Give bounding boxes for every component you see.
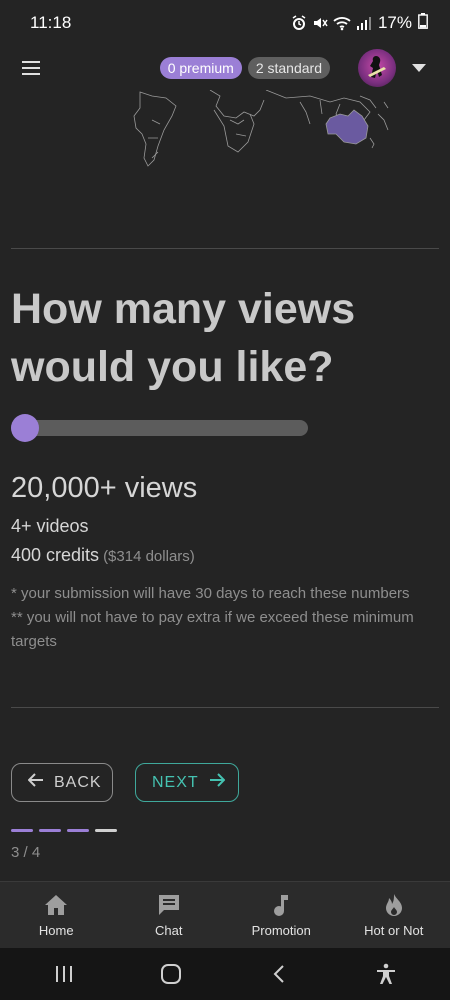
back-icon[interactable]: [259, 954, 299, 994]
home-icon: [43, 892, 69, 918]
videos-value: 4+ videos: [11, 516, 89, 536]
credits-line: 400 credits ($314 dollars): [11, 545, 195, 566]
alarm-icon: [291, 15, 307, 31]
chat-icon: [156, 892, 182, 918]
battery-percent: 17%: [377, 13, 412, 32]
step-segment: [39, 829, 61, 832]
nav-promotion[interactable]: Promotion: [225, 882, 338, 948]
slider-thumb[interactable]: [11, 414, 39, 442]
credits-value: 400 credits: [11, 545, 100, 565]
system-nav: [0, 948, 450, 1000]
note-1: * your submission will have 30 days to r…: [11, 585, 410, 602]
home-button-icon[interactable]: [151, 954, 191, 994]
nav-hot-or-not[interactable]: Hot or Not: [338, 882, 450, 948]
recent-apps-icon[interactable]: [44, 954, 84, 994]
accessibility-icon[interactable]: [366, 954, 406, 994]
views-slider[interactable]: [11, 414, 308, 442]
battery-icon: [418, 12, 428, 34]
views-value: 20,000+ views: [11, 472, 198, 504]
wifi-icon: [333, 15, 351, 31]
premium-badge[interactable]: 0 premium: [159, 57, 242, 79]
nav-home[interactable]: Home: [0, 882, 113, 948]
title-line-1: How many views: [11, 285, 356, 333]
notes: * your submission will have 30 days to r…: [11, 582, 431, 654]
nav-hot-or-not-label: Hot or Not: [364, 923, 424, 938]
arrow-left-icon: [27, 773, 44, 792]
nav-chat[interactable]: Chat: [113, 882, 226, 948]
step-indicator: [11, 829, 117, 832]
status-bar: 11:18 17%: [0, 0, 450, 46]
next-button[interactable]: NEXT: [135, 763, 239, 802]
status-indicators: 17%: [291, 12, 428, 34]
step-segment: [67, 829, 89, 832]
page-title: How many views would you like?: [11, 280, 431, 396]
music-note-icon: [268, 892, 294, 918]
standard-badge[interactable]: 2 standard: [247, 57, 330, 79]
note-2: ** you will not have to pay extra if we …: [11, 609, 414, 650]
back-button[interactable]: BACK: [11, 763, 113, 802]
nav-promotion-label: Promotion: [251, 923, 311, 938]
signal-icon: [356, 15, 372, 31]
back-button-label: BACK: [54, 773, 102, 791]
world-map-image: [0, 90, 450, 180]
step-segment: [11, 829, 33, 832]
dropdown-icon[interactable]: [408, 57, 430, 79]
step-segment: [95, 829, 117, 832]
nav-home-label: Home: [38, 923, 74, 938]
bottom-divider: [11, 707, 439, 708]
arrow-right-icon: [209, 773, 226, 792]
next-button-label: NEXT: [152, 773, 199, 791]
app-bar: 0 premium 2 standard: [0, 46, 450, 90]
menu-icon[interactable]: [20, 57, 42, 79]
slider-track[interactable]: [11, 420, 308, 436]
status-time: 11:18: [30, 13, 72, 32]
dollars-value: ($314 dollars): [103, 548, 195, 565]
avatar[interactable]: [358, 49, 396, 87]
bottom-nav: Home Chat Promotion Hot or Not: [0, 881, 450, 948]
top-divider: [11, 248, 439, 249]
title-line-2: would you like?: [11, 343, 334, 391]
nav-chat-label: Chat: [155, 923, 183, 938]
step-label: 3 / 4: [11, 844, 41, 861]
mute-icon: [312, 15, 328, 31]
flame-icon: [381, 892, 407, 918]
